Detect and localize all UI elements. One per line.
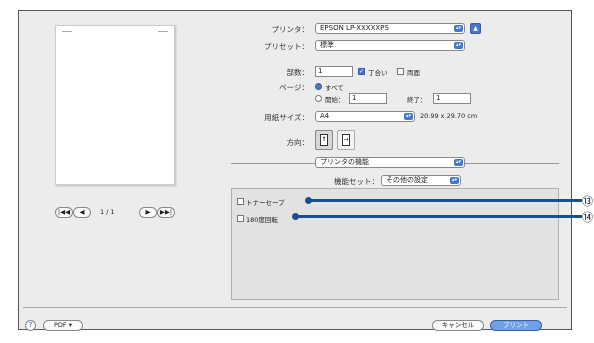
- pages-range-radio[interactable]: [315, 95, 322, 102]
- callout-line-rotate-180: [297, 215, 582, 218]
- feature-set-value: その他の設定: [386, 176, 428, 184]
- last-page-button[interactable]: ▶▶|: [157, 207, 175, 218]
- paper-size-popup[interactable]: A4 ▴▾: [315, 111, 415, 122]
- page-indicator: 1 / 1: [100, 208, 115, 216]
- pages-to-label: 終了：: [407, 96, 427, 104]
- landscape-orientation-button[interactable]: →: [337, 130, 355, 150]
- pages-to-field[interactable]: 1: [433, 93, 471, 104]
- feature-set-popup[interactable]: その他の設定 ▴▾: [381, 175, 461, 186]
- orientation-label: 方向：: [286, 138, 310, 147]
- popup-arrows-icon: ▴▾: [404, 113, 413, 120]
- portrait-icon: ↑: [320, 134, 328, 146]
- copies-label: 部数：: [286, 68, 310, 77]
- pages-from-field[interactable]: 1: [349, 93, 387, 104]
- popup-arrows-icon: ▴▾: [450, 177, 459, 184]
- popup-arrows-icon: ▴▾: [454, 42, 463, 49]
- paper-size-value: A4: [320, 112, 330, 120]
- print-button[interactable]: プリント: [490, 320, 542, 331]
- printer-popup[interactable]: EPSON LP-XXXXXPS ▴▾: [315, 23, 465, 34]
- printer-value: EPSON LP-XXXXXPS: [320, 24, 389, 32]
- first-page-button[interactable]: |◀◀: [55, 207, 73, 218]
- feature-set-label: 機能セット：: [334, 177, 379, 186]
- print-preview-page: [55, 25, 175, 185]
- toner-save-label: トナーセーブ: [246, 199, 285, 207]
- paper-dimensions: 20.99 x 29.70 cm: [420, 112, 478, 120]
- next-page-button[interactable]: ▶: [139, 207, 157, 218]
- disclosure-up-icon: ▲: [473, 25, 478, 32]
- paper-size-label: 用紙サイズ：: [264, 113, 309, 122]
- collate-label: 丁合い: [368, 69, 388, 77]
- preset-value: 標準: [320, 41, 334, 49]
- expand-dialog-button[interactable]: ▲: [470, 23, 481, 34]
- copies-field[interactable]: 1: [315, 66, 353, 77]
- duplex-label: 両面: [407, 69, 420, 77]
- toner-save-checkbox[interactable]: [237, 198, 244, 205]
- portrait-orientation-button[interactable]: ↑: [315, 130, 333, 150]
- callout-number-13: ⑬: [582, 195, 593, 208]
- preset-label: プリセット：: [264, 42, 309, 51]
- bottom-divider: [23, 307, 567, 308]
- prev-page-button[interactable]: ◀: [73, 207, 91, 218]
- help-icon: ?: [28, 321, 33, 329]
- popup-arrows-icon: ▴▾: [454, 159, 463, 166]
- pages-all-label: すべて: [325, 84, 344, 92]
- preset-popup[interactable]: 標準 ▴▾: [315, 40, 465, 51]
- pages-label: ページ：: [279, 83, 309, 92]
- collate-checkbox[interactable]: ✓: [358, 68, 365, 75]
- rotate-180-label: 180度回転: [246, 216, 278, 224]
- landscape-icon: →: [342, 134, 350, 146]
- section-popup[interactable]: プリンタの機能 ▴▾: [315, 157, 465, 168]
- pages-all-radio[interactable]: [315, 83, 322, 90]
- pages-from-label: 開始：: [325, 96, 345, 104]
- section-value: プリンタの機能: [320, 158, 369, 166]
- popup-arrows-icon: ▴▾: [454, 25, 463, 32]
- cancel-button[interactable]: キャンセル: [432, 320, 484, 331]
- help-button[interactable]: ?: [25, 320, 36, 331]
- callout-line-toner-save: [310, 199, 582, 202]
- callout-number-14: ⑭: [582, 211, 593, 224]
- rotate-180-checkbox[interactable]: [237, 215, 244, 222]
- duplex-checkbox[interactable]: [397, 68, 404, 75]
- print-dialog: |◀◀ ◀ 1 / 1 ▶ ▶▶| プリンタ： EPSON LP-XXXXXPS…: [18, 10, 572, 331]
- printer-label: プリンタ：: [271, 25, 310, 34]
- pdf-button[interactable]: PDF ▾: [43, 320, 83, 331]
